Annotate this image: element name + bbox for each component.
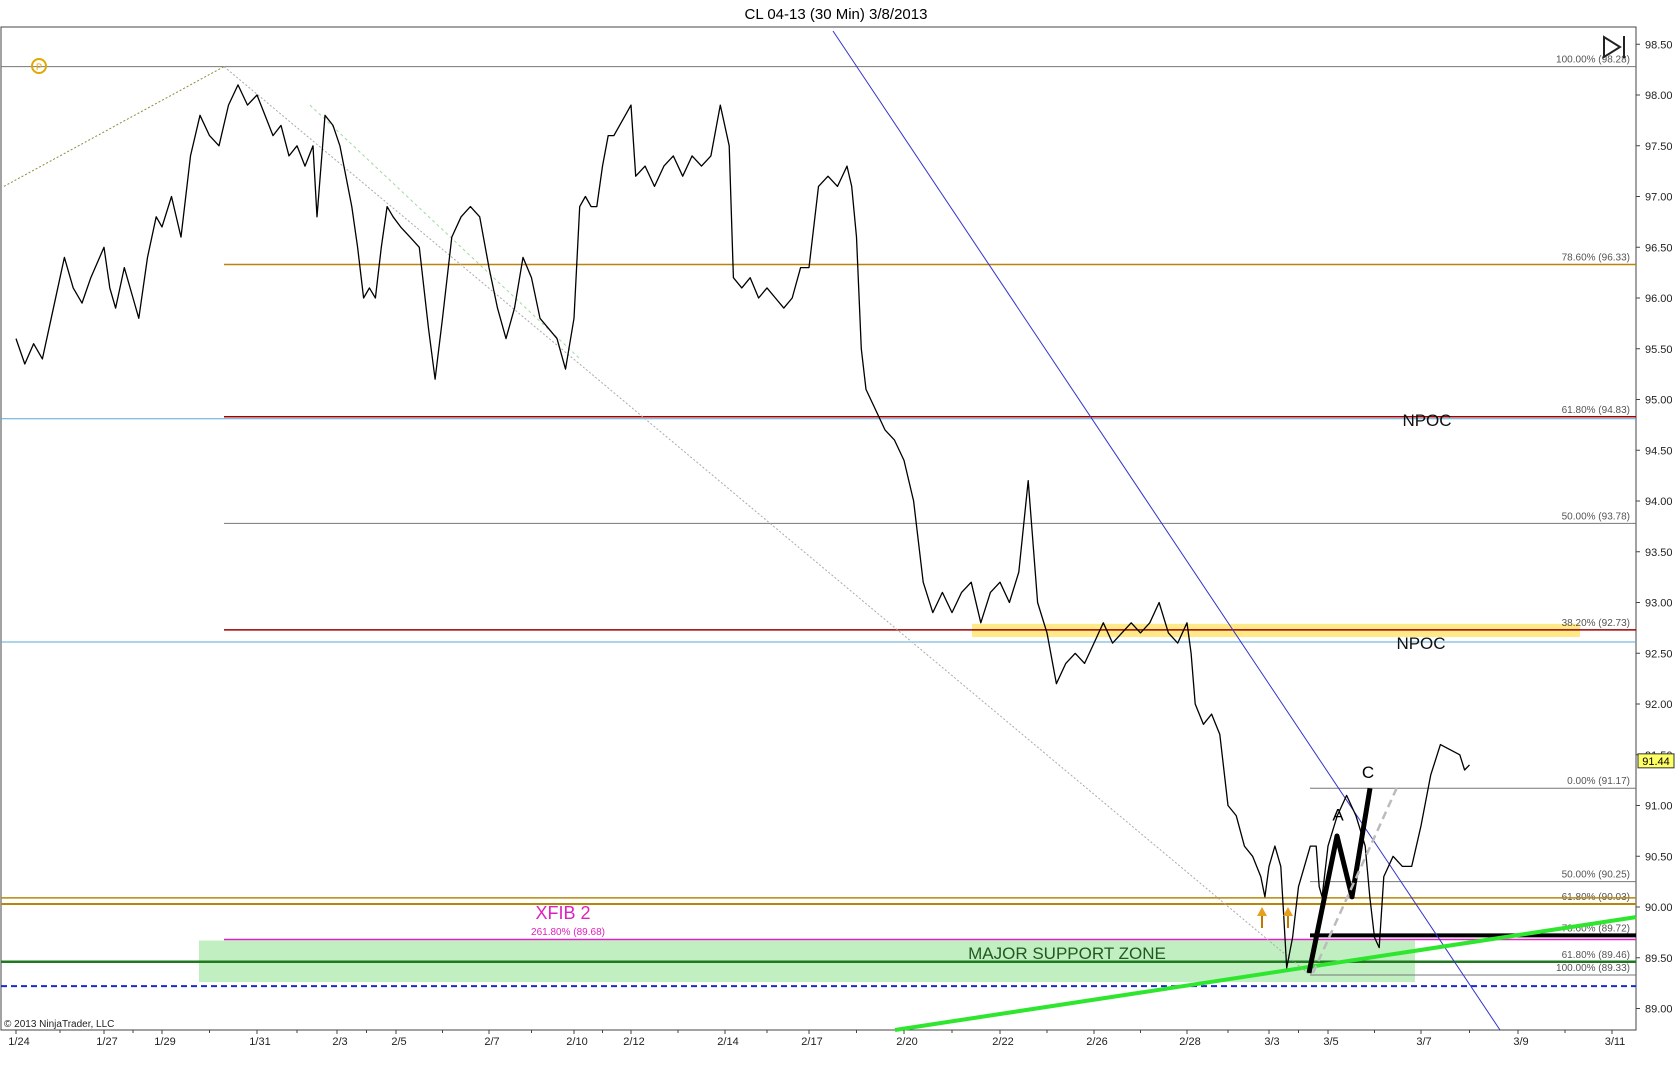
annotations-layer: A C NPOC NPOC XFIB 2 261.80% (89.68) MAJOR SUP… [531, 411, 1452, 974]
x-tick-label: 2/28 [1179, 1036, 1200, 1048]
fib-level-label: 61.80% (94.83) [1562, 405, 1630, 416]
fib-level-label: 78.60% (96.33) [1562, 253, 1630, 264]
y-tick-label: 90.50 [1645, 851, 1673, 863]
y-tick-label: 96.50 [1645, 242, 1673, 254]
y-tick-label: 98.50 [1645, 39, 1673, 51]
fib-level-label: 61.80% (89.46) [1562, 950, 1630, 961]
x-tick-label: 2/7 [484, 1036, 499, 1048]
xfib-level-label: 261.80% (89.68) [531, 927, 605, 938]
support-zone-label: MAJOR SUPPORT ZONE [968, 944, 1166, 963]
wave-c-label: C [1362, 763, 1374, 782]
fib-level-label: 0.00% (91.17) [1567, 776, 1630, 787]
y-tick-label: 94.00 [1645, 496, 1673, 508]
xfib-title: XFIB 2 [535, 903, 590, 923]
copyright-text: © 2013 NinjaTrader, LLC [4, 1019, 114, 1030]
y-tick-label: 93.00 [1645, 598, 1673, 610]
y-tick-label: 89.00 [1645, 1004, 1673, 1016]
npoc-upper-label: NPOC [1402, 411, 1451, 430]
fib-level-label: 100.00% (98.28) [1556, 55, 1630, 66]
y-tick-label: 95.50 [1645, 344, 1673, 356]
y-tick-label: 92.00 [1645, 699, 1673, 711]
x-tick-label: 1/29 [154, 1036, 175, 1048]
y-axis-ticks: 98.50 98.00 97.50 97.00 96.50 96.00 95.50 95.00… [1636, 39, 1675, 1016]
y-tick-label: 96.00 [1645, 293, 1673, 305]
ninjatrader-logo-icon[interactable]: P [31, 58, 47, 74]
x-tick-label: 1/27 [96, 1036, 117, 1048]
x-tick-label: 2/20 [896, 1036, 917, 1048]
x-tick-label: 3/3 [1264, 1036, 1279, 1048]
npoc-lower-label: NPOC [1396, 634, 1445, 653]
x-tick-label: 1/24 [8, 1036, 29, 1048]
plot-frame [0, 26, 1637, 1031]
dotted-swing-line [3, 66, 225, 187]
x-tick-label: 2/5 [391, 1036, 406, 1048]
y-tick-label: 89.50 [1645, 953, 1673, 965]
x-tick-label: 1/31 [249, 1036, 270, 1048]
x-tick-label: 3/7 [1416, 1036, 1431, 1048]
last-price-label: 91.44 [1642, 756, 1670, 768]
y-tick-label: 98.00 [1645, 90, 1673, 102]
chart-title: CL 04-13 (30 Min) 3/8/2013 [745, 6, 928, 23]
x-tick-label: 2/3 [332, 1036, 347, 1048]
x-tick-label: 2/26 [1086, 1036, 1107, 1048]
fib-level-label: 38.20% (92.73) [1562, 618, 1630, 629]
y-tick-label: 91.00 [1645, 801, 1673, 813]
x-tick-label: 2/22 [992, 1036, 1013, 1048]
x-tick-label: 3/11 [1605, 1036, 1626, 1048]
x-tick-label: 3/5 [1323, 1036, 1338, 1048]
x-tick-label: 2/17 [801, 1036, 822, 1048]
y-tick-label: 92.50 [1645, 648, 1673, 660]
downtrend-line [832, 30, 1501, 1031]
wave-a-label: A [1332, 806, 1344, 825]
y-tick-label: 95.00 [1645, 395, 1673, 407]
y-tick-label: 97.00 [1645, 192, 1673, 204]
y-tick-label: 93.50 [1645, 547, 1673, 559]
up-arrow-marker-icon [1257, 907, 1267, 928]
y-tick-label: 90.00 [1645, 902, 1673, 914]
fib-levels-layer: 100.00% (98.28) 78.60% (96.33) 61.80% (94.… [1, 55, 1636, 988]
svg-text:P: P [36, 62, 42, 72]
fib-level-label: 100.00% (89.33) [1556, 963, 1630, 974]
price-series-layer [15, 84, 1470, 969]
y-tick-label: 97.50 [1645, 141, 1673, 153]
fib-level-label: 50.00% (93.78) [1562, 511, 1630, 522]
fib-level-label: 50.00% (90.25) [1562, 870, 1630, 881]
y-tick-label: 94.50 [1645, 445, 1673, 457]
x-tick-label: 2/12 [623, 1036, 644, 1048]
dotted-green-channel [309, 104, 581, 360]
chart-canvas: CL 04-13 (30 Min) 3/8/2013 100.00% (98.2… [0, 6, 1675, 1048]
price-series-line [15, 84, 1470, 969]
x-axis-ticks: 1/24 1/27 1/29 1/31 2/3 2/5 2/7 2/10 2/12 2/14 2/1… [8, 1030, 1625, 1048]
x-tick-label: 3/9 [1513, 1036, 1528, 1048]
x-tick-label: 2/10 [566, 1036, 587, 1048]
x-tick-label: 2/14 [717, 1036, 738, 1048]
dotted-fib-anchor-line [223, 66, 1311, 976]
trendlines-layer [3, 30, 1637, 1032]
